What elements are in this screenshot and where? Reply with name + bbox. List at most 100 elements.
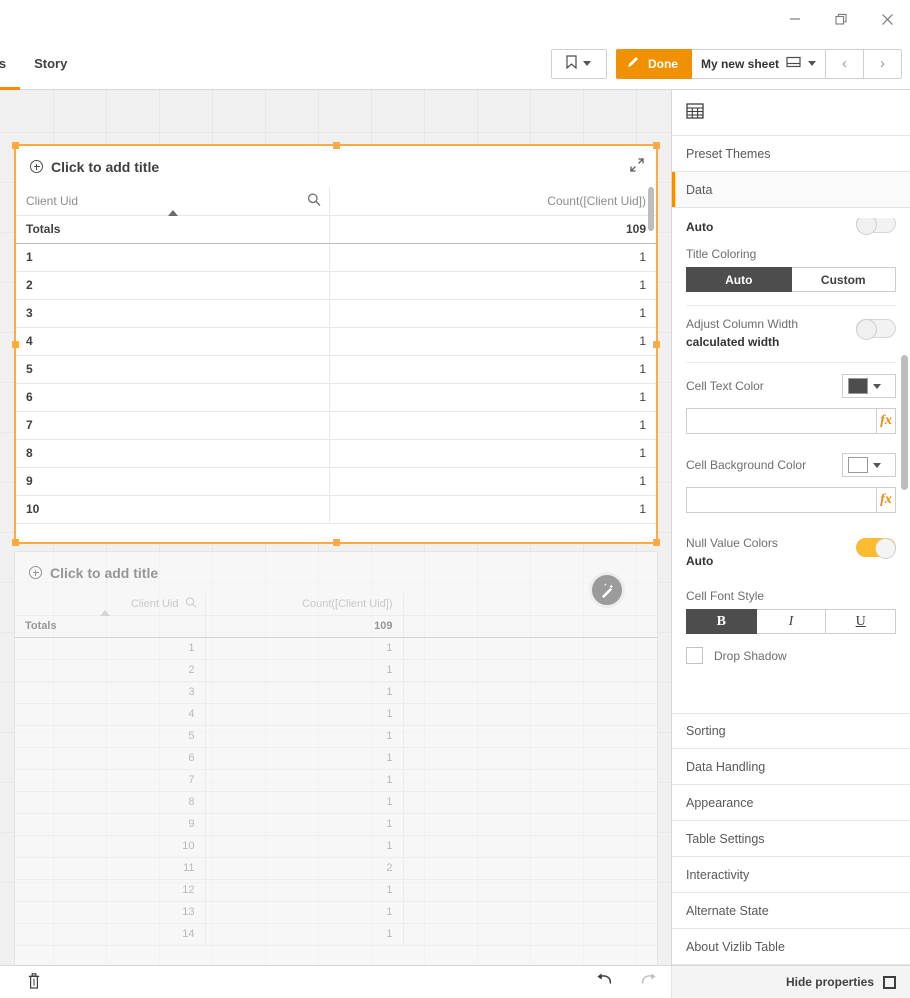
- accordion-sorting[interactable]: Sorting: [672, 713, 910, 749]
- accordion-interactivity[interactable]: Interactivity: [672, 857, 910, 893]
- cell-dimension[interactable]: 8: [15, 791, 206, 814]
- resize-handle-bottom-center[interactable]: [333, 539, 340, 546]
- cell-dimension[interactable]: 3: [15, 681, 206, 704]
- table-object-selected[interactable]: Click to add title Client Uid Count([Cli…: [12, 142, 660, 546]
- table-row[interactable]: 51: [15, 725, 657, 748]
- object-title-placeholder[interactable]: Click to add title: [15, 552, 657, 593]
- object-title-placeholder[interactable]: Click to add title: [16, 146, 656, 187]
- cell-dimension[interactable]: 14: [15, 923, 206, 946]
- table-object-icon[interactable]: [686, 103, 704, 122]
- table-row[interactable]: 61: [16, 383, 656, 412]
- table-row[interactable]: 31: [16, 299, 656, 328]
- restore-icon[interactable]: [818, 4, 864, 34]
- tab-analysis[interactable]: sis: [0, 38, 21, 90]
- close-icon[interactable]: [864, 4, 910, 34]
- accordion-preset-themes[interactable]: Preset Themes: [672, 136, 910, 172]
- cell-dimension[interactable]: 6: [15, 747, 206, 770]
- table-row[interactable]: 81: [15, 791, 657, 814]
- cell-dimension[interactable]: 3: [16, 299, 330, 328]
- accordion-alternate-state[interactable]: Alternate State: [672, 893, 910, 929]
- next-sheet-button[interactable]: ›: [864, 48, 902, 79]
- table-row[interactable]: 14 1: [15, 923, 657, 946]
- hide-properties-button[interactable]: Hide properties: [671, 965, 910, 998]
- table-row[interactable]: 91: [15, 813, 657, 836]
- cell-dimension[interactable]: 10: [16, 495, 330, 524]
- trash-icon[interactable]: [28, 972, 40, 992]
- cell-dimension[interactable]: 2: [15, 659, 206, 682]
- tab-story[interactable]: Story: [20, 38, 81, 90]
- table-row[interactable]: 41: [16, 327, 656, 356]
- table-row[interactable]: 81: [16, 439, 656, 468]
- font-style-italic-option[interactable]: I: [756, 609, 827, 634]
- table-row[interactable]: 12 1: [15, 879, 657, 902]
- cell-dimension[interactable]: 7: [16, 411, 330, 440]
- null-value-colors-toggle[interactable]: [856, 538, 896, 559]
- cell-background-color-picker[interactable]: [842, 453, 896, 477]
- column-header-measure[interactable]: Count([Client Uid]): [329, 187, 656, 216]
- expression-editor-icon[interactable]: fx: [876, 488, 895, 512]
- table-row[interactable]: 31: [15, 681, 657, 704]
- properties-scrollbar[interactable]: [901, 355, 908, 490]
- font-style-underline-option[interactable]: U: [826, 609, 897, 634]
- font-style-bold-option[interactable]: B: [686, 609, 757, 634]
- table-row[interactable]: 11: [15, 637, 657, 660]
- table-row[interactable]: 91: [16, 467, 656, 496]
- cell-dimension[interactable]: 9: [15, 813, 206, 836]
- cell-dimension[interactable]: 4: [15, 703, 206, 726]
- table-row[interactable]: 13 1: [15, 901, 657, 924]
- table-row[interactable]: 21: [16, 271, 656, 300]
- redo-icon[interactable]: [640, 973, 657, 991]
- cell-dimension[interactable]: 2: [16, 271, 330, 300]
- magic-wand-icon[interactable]: [589, 572, 625, 608]
- table-row[interactable]: 71: [15, 769, 657, 792]
- sheet-canvas[interactable]: Click to add title Client Uid Count([Cli…: [0, 90, 671, 965]
- expand-icon[interactable]: [630, 158, 644, 175]
- title-coloring-custom-option[interactable]: Custom: [791, 267, 896, 292]
- cell-background-color-expression-input[interactable]: [687, 488, 876, 512]
- cell-dimension[interactable]: 12: [15, 879, 206, 902]
- cell-dimension[interactable]: 7: [15, 769, 206, 792]
- minimize-icon[interactable]: [772, 4, 818, 34]
- resize-handle-bottom-right[interactable]: [653, 539, 660, 546]
- sheet-selector[interactable]: My new sheet: [691, 48, 826, 79]
- table-row[interactable]: 61: [15, 747, 657, 770]
- cell-text-color-picker[interactable]: [842, 374, 896, 398]
- cell-dimension[interactable]: 13: [15, 901, 206, 924]
- search-icon[interactable]: [307, 192, 321, 209]
- cell-dimension[interactable]: 11: [15, 857, 206, 880]
- column-header-dimension[interactable]: Client Uid: [15, 593, 206, 616]
- accordion-about-vizlib-table[interactable]: About Vizlib Table: [672, 929, 910, 965]
- table-row[interactable]: 10 1: [15, 835, 657, 858]
- title-coloring-auto-option[interactable]: Auto: [686, 267, 792, 292]
- table-row[interactable]: 10 1: [16, 495, 656, 524]
- cell-dimension[interactable]: 4: [16, 327, 330, 356]
- cell-dimension[interactable]: 1: [16, 243, 330, 272]
- done-button[interactable]: Done: [615, 48, 692, 79]
- table-row[interactable]: 51: [16, 355, 656, 384]
- table-row[interactable]: 41: [15, 703, 657, 726]
- search-icon[interactable]: [185, 596, 197, 611]
- cell-dimension[interactable]: 5: [15, 725, 206, 748]
- expression-editor-icon[interactable]: fx: [876, 409, 895, 433]
- table-object-unselected[interactable]: Click to add title Client Uid Count([Cli…: [14, 551, 658, 965]
- cell-dimension[interactable]: 9: [16, 467, 330, 496]
- accordion-data[interactable]: Data: [672, 172, 910, 208]
- table-row[interactable]: 11 2: [15, 857, 657, 880]
- table-vertical-scrollbar[interactable]: [648, 187, 654, 231]
- cell-dimension[interactable]: 6: [16, 383, 330, 412]
- accordion-appearance[interactable]: Appearance: [672, 785, 910, 821]
- drop-shadow-row[interactable]: Drop Shadow: [686, 647, 896, 664]
- column-header-dimension[interactable]: Client Uid: [16, 187, 330, 216]
- adjust-column-width-toggle[interactable]: [856, 319, 896, 340]
- undo-icon[interactable]: [596, 973, 613, 991]
- column-header-measure[interactable]: Count([Client Uid]): [205, 593, 404, 616]
- resize-handle-bottom-left[interactable]: [12, 539, 19, 546]
- cell-dimension[interactable]: 1: [15, 637, 206, 660]
- properties-scroll-area[interactable]: Auto Title Coloring Auto Custom Adjust C…: [672, 218, 910, 712]
- cell-dimension[interactable]: 5: [16, 355, 330, 384]
- cell-dimension[interactable]: 8: [16, 439, 330, 468]
- cell-text-color-expression-input[interactable]: [687, 409, 876, 433]
- drop-shadow-checkbox[interactable]: [686, 647, 703, 664]
- accordion-data-handling[interactable]: Data Handling: [672, 749, 910, 785]
- accordion-table-settings[interactable]: Table Settings: [672, 821, 910, 857]
